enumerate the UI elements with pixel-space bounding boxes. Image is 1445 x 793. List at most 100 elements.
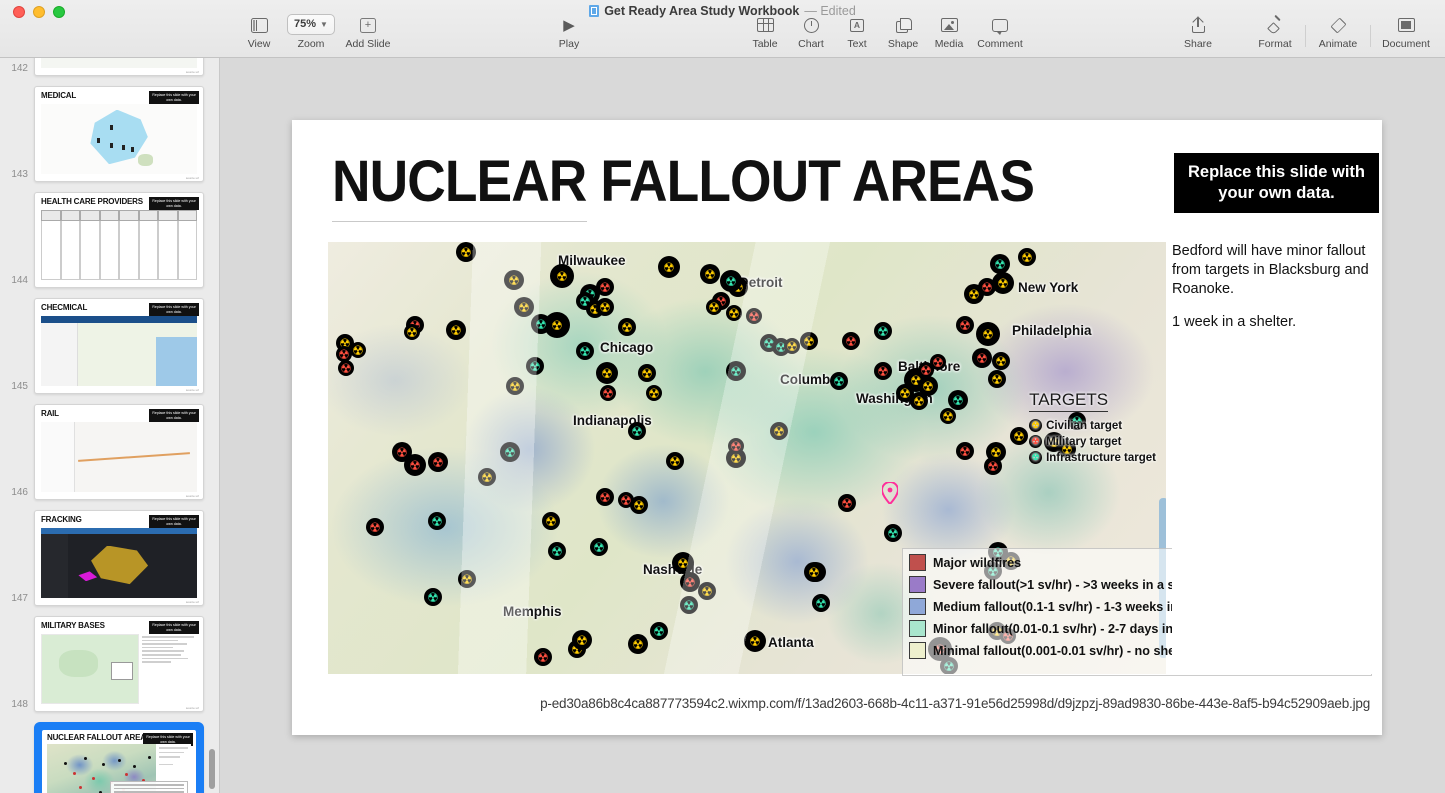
target-marker-infrastructure: ☢ [526,357,544,375]
insert-shape-button[interactable]: Shape [880,0,926,50]
target-marker-infrastructure: ☢ [720,270,742,292]
target-marker-civilian: ☢ [350,342,366,358]
target-marker-civilian: ☢ [666,452,684,470]
targets-legend-label: Military target [1046,435,1122,448]
share-button[interactable]: Share [1175,0,1221,50]
thumbnail-replace-badge: Replace this slide with your own data. [149,91,199,104]
toolbar-insert-group: Table Chart A Text Shape Media Comment [742,0,1028,57]
minimize-window-button[interactable] [33,6,45,18]
thumbnail-caption: source url [185,176,199,180]
note-paragraph-2: 1 week in a shelter. [1172,314,1297,331]
slide-thumbnail[interactable]: FRACKING Replace this slide with your ow… [34,510,204,606]
insert-text-button[interactable]: A Text [834,0,880,50]
slide-thumbnail-item[interactable]: 144 HEALTH CARE PROVIDERS Replace this s… [0,192,219,288]
media-icon [940,16,958,34]
add-slide-icon: + [360,16,376,34]
animate-button[interactable]: Animate [1310,0,1366,50]
slide-thumbnail[interactable]: source url [34,58,204,76]
animate-diamond-icon [1330,16,1346,34]
target-marker-military: ☢ [596,488,614,506]
target-marker-civilian: ☢ [638,364,656,382]
target-marker-military: ☢ [838,494,856,512]
thumbnail-replace-badge: Replace this slide with your own data. [149,197,199,210]
target-marker-military: ☢ [728,438,744,454]
thumbnail-art [41,634,197,704]
target-marker-civilian: ☢ [550,264,574,288]
target-marker-civilian: ☢ [706,299,722,315]
slide-thumbnail[interactable]: MILITARY BASES Replace this slide with y… [34,616,204,712]
maximize-window-button[interactable] [53,6,65,18]
target-marker-infrastructure: ☢ [948,390,968,410]
fallout-legend-label: Major wildfires [933,555,1022,570]
toolbar-share-group: Share [1175,0,1221,57]
thumbnail-art [47,744,191,793]
slide-thumbnail-item[interactable]: 142 source url [0,58,219,76]
target-marker-infrastructure: ☢ [990,254,1010,274]
zoom-control[interactable]: 75% ▼ Zoom [282,0,340,50]
keynote-window: Get Ready Area Study Workbook — Edited V… [0,0,1445,793]
slide-thumbnail[interactable]: RAIL Replace this slide with your own da… [34,404,204,500]
text-icon: A [850,16,864,34]
target-marker-infrastructure: ☢ [628,422,646,440]
slide-canvas[interactable]: NUCLEAR FALLOUT AREAS Replace this slide… [220,58,1445,793]
target-marker-civilian: ☢ [542,512,560,530]
slide-thumbnail[interactable]: MEDICAL Replace this slide with your own… [34,86,204,182]
slide-navigator-sidebar[interactable]: 142 source url 143 MEDICAL Replace this … [0,58,220,793]
thumbnail-caption: source url [185,706,199,710]
target-marker-infrastructure: ☢ [428,512,446,530]
current-slide[interactable]: NUCLEAR FALLOUT AREAS Replace this slide… [292,120,1382,735]
target-marker-military: ☢ [956,442,974,460]
view-button[interactable]: View [236,0,282,50]
thumbnail-caption: source url [185,388,199,392]
slide-thumbnail[interactable]: CHECMICAL Replace this slide with your o… [34,298,204,394]
insert-chart-button[interactable]: Chart [788,0,834,50]
insert-comment-button[interactable]: Comment [972,0,1028,50]
target-marker-civilian: ☢ [940,408,956,424]
toolbar-divider [1305,24,1306,47]
slide-number: 144 [11,275,28,286]
toolbar-right-group: Format Animate Document [1249,0,1437,57]
target-marker-civilian: ☢ [646,385,662,401]
target-marker-civilian: ☢ [910,392,928,410]
city-label: Philadelphia [1012,323,1092,338]
play-icon: ▶ [563,16,575,34]
document-button[interactable]: Document [1375,0,1437,50]
target-marker-military: ☢ [956,316,974,334]
insert-media-button[interactable]: Media [926,0,972,50]
share-label: Share [1183,38,1213,50]
play-label: Play [558,38,580,50]
target-marker-civilian: ☢ [800,332,818,350]
target-marker-civilian: ☢ [992,272,1014,294]
target-marker-civilian: ☢ [992,352,1010,370]
view-button-label: View [247,38,271,50]
location-pin-icon [880,480,900,506]
thumbnail-caption: source url [185,70,199,74]
target-marker-civilian: ☢ [596,298,614,316]
slide-thumbnail-selected[interactable]: NUCLEAR FALLOUT AREAS Replace this slide… [34,722,204,793]
slide-thumbnail-item-selected[interactable]: 149 NUCLEAR FALLOUT AREAS Replace this s… [0,722,219,793]
slide-thumbnail-item[interactable]: 147 FRACKING Replace this slide with you… [0,510,219,606]
sidebar-scrollbar[interactable] [209,749,215,789]
chevron-down-icon: ▼ [320,19,328,29]
play-button[interactable]: ▶ Play [546,0,592,51]
slide-thumbnail-item[interactable]: 143 MEDICAL Replace this slide with your… [0,86,219,182]
source-url-caption: p-ed30a86b8c4ca887773594c2.wixmp.com/f/1… [540,696,1370,711]
city-label: Atlanta [768,635,814,650]
slide-notes-panel[interactable]: Bedford will have minor fallout from tar… [1172,242,1372,674]
insert-table-button[interactable]: Table [742,0,788,50]
add-slide-button[interactable]: + Add Slide [340,0,396,50]
target-marker-civilian: ☢ [618,318,636,336]
target-marker-military: ☢ [404,324,420,340]
format-brush-icon [1267,16,1283,34]
format-button[interactable]: Format [1249,0,1301,50]
share-icon [1191,16,1205,34]
window-traffic-lights[interactable] [13,6,65,18]
close-window-button[interactable] [13,6,25,18]
target-marker-civilian: ☢ [744,630,766,652]
military-target-icon: ☢ [1029,435,1043,448]
slide-thumbnail-item[interactable]: 146 RAIL Replace this slide with your ow… [0,404,219,500]
targets-legend-item: ☢ Military target [1029,435,1156,448]
slide-thumbnail[interactable]: HEALTH CARE PROVIDERS Replace this slide… [34,192,204,288]
slide-thumbnail-item[interactable]: 145 CHECMICAL Replace this slide with yo… [0,298,219,394]
slide-thumbnail-item[interactable]: 148 MILITARY BASES Replace this slide wi… [0,616,219,712]
